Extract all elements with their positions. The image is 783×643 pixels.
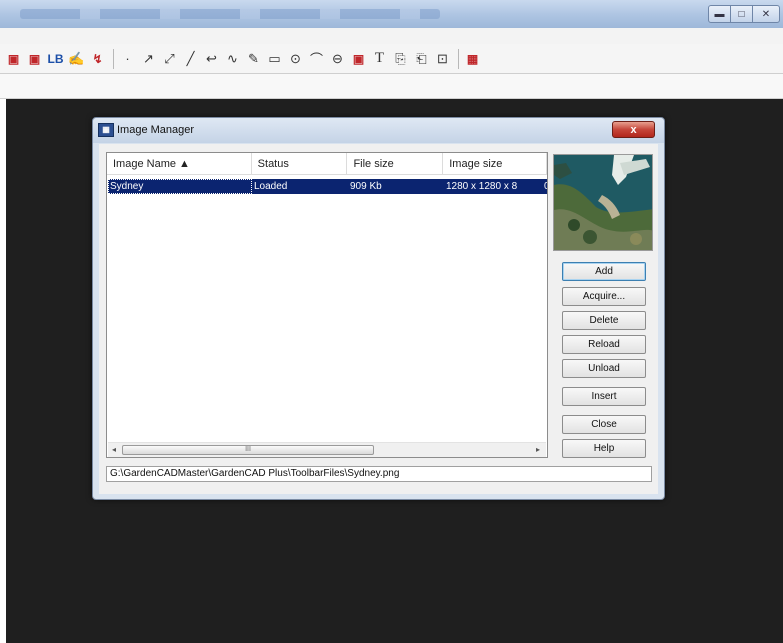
curve-icon[interactable]: ∿ xyxy=(223,49,242,68)
return-arrow-icon[interactable]: ↩ xyxy=(202,49,221,68)
image-insert-icon[interactable]: ▣ xyxy=(349,49,368,68)
cell-status: Loaded xyxy=(254,181,288,192)
paste-icon[interactable]: ⎗ xyxy=(412,49,431,68)
maximize-button[interactable]: □ xyxy=(730,5,753,23)
maximize-icon: □ xyxy=(738,8,745,20)
taskbar-tabs xyxy=(20,9,440,19)
point-icon[interactable]: · xyxy=(118,49,137,68)
dialog-titlebar[interactable]: ▦ Image Manager x xyxy=(93,118,664,143)
image-manager-icon: ▦ xyxy=(98,123,114,137)
image-manager-dialog: ▦ Image Manager x Image Name ▲ Status Fi… xyxy=(92,117,665,500)
text-icon[interactable]: T xyxy=(370,49,389,68)
crop-icon[interactable]: ⊡ xyxy=(433,49,452,68)
column-image-size[interactable]: Image size xyxy=(443,153,547,175)
dialog-title: Image Manager xyxy=(117,124,195,136)
copy-icon[interactable]: ⎘ xyxy=(391,49,410,68)
raster-c-icon[interactable]: ▣ xyxy=(25,49,44,68)
table-row[interactable]: Sydney Loaded 909 Kb 1280 x 1280 x 8 0 xyxy=(108,179,547,194)
add-button[interactable]: Add xyxy=(562,262,646,281)
arrow-icon[interactable]: ↗ xyxy=(139,49,158,68)
column-file-size[interactable]: File size xyxy=(347,153,444,175)
horizontal-scrollbar[interactable]: ◂ III ▸ xyxy=(108,442,546,457)
dialog-close-button[interactable]: x xyxy=(612,121,655,138)
list-header: Image Name ▲ Status File size Image size xyxy=(107,153,547,175)
image-list[interactable]: Image Name ▲ Status File size Image size… xyxy=(106,152,548,458)
scroll-right-icon[interactable]: ▸ xyxy=(536,445,540,454)
delete-button[interactable]: Delete xyxy=(562,311,646,330)
drawing-toolbar: ▣ ▣ LB ✍ ↯ · ↗ ⤢ ╱ ↩ ∿ ✎ ▭ ⊙ ⌒ ⊖ ▣ T ⎘ ⎗ ⊡ ▦ xyxy=(0,44,783,74)
dialog-body: Image Name ▲ Status File size Image size… xyxy=(99,144,658,494)
column-image-name[interactable]: Image Name ▲ xyxy=(107,153,252,175)
close-button[interactable]: Close xyxy=(562,415,646,434)
cell-file-size: 909 Kb xyxy=(350,181,382,192)
unload-button[interactable]: Unload xyxy=(562,359,646,378)
ellipse-icon[interactable]: ⊖ xyxy=(328,49,347,68)
help-button[interactable]: Help xyxy=(562,439,646,458)
line-icon[interactable]: ╱ xyxy=(181,49,200,68)
toolbar-separator xyxy=(113,48,114,69)
close-icon: x xyxy=(630,124,637,136)
column-status[interactable]: Status xyxy=(251,153,348,175)
window-close-button[interactable]: ✕ xyxy=(752,5,780,23)
minimize-button[interactable]: ▬ xyxy=(708,5,731,23)
raster-lb-icon[interactable]: LB xyxy=(46,49,65,68)
grid-hatch-icon[interactable]: ▦ xyxy=(463,49,482,68)
menubar xyxy=(0,28,783,45)
scroll-thumb[interactable]: III xyxy=(122,445,374,455)
pen-icon[interactable]: ✍ xyxy=(67,49,86,68)
cell-image-name: Sydney xyxy=(108,179,252,194)
close-icon: ✕ xyxy=(761,8,771,20)
pencil-icon[interactable]: ✎ xyxy=(244,49,263,68)
toolbar-separator xyxy=(458,48,459,69)
circle-icon[interactable]: ⊙ xyxy=(286,49,305,68)
hatch-icon[interactable]: ↯ xyxy=(88,49,107,68)
insert-button[interactable]: Insert xyxy=(562,387,646,406)
image-preview xyxy=(553,154,653,251)
acquire-button[interactable]: Acquire... xyxy=(562,287,646,306)
double-arrow-icon[interactable]: ⤢ xyxy=(160,49,179,68)
scroll-left-icon[interactable]: ◂ xyxy=(112,445,116,454)
raster-b-icon[interactable]: ▣ xyxy=(4,49,23,68)
secondary-toolbar xyxy=(0,74,783,99)
cell-image-size: 1280 x 1280 x 8 xyxy=(446,181,518,192)
cell-extra: 0 xyxy=(542,179,547,194)
arc-icon[interactable]: ⌒ xyxy=(307,49,326,68)
window-titlebar: ▬ □ ✕ xyxy=(0,0,783,28)
image-path-field[interactable]: G:\GardenCADMaster\GardenCAD Plus\Toolba… xyxy=(106,466,652,482)
reload-button[interactable]: Reload xyxy=(562,335,646,354)
minimize-icon: ▬ xyxy=(714,8,725,20)
rectangle-icon[interactable]: ▭ xyxy=(265,49,284,68)
